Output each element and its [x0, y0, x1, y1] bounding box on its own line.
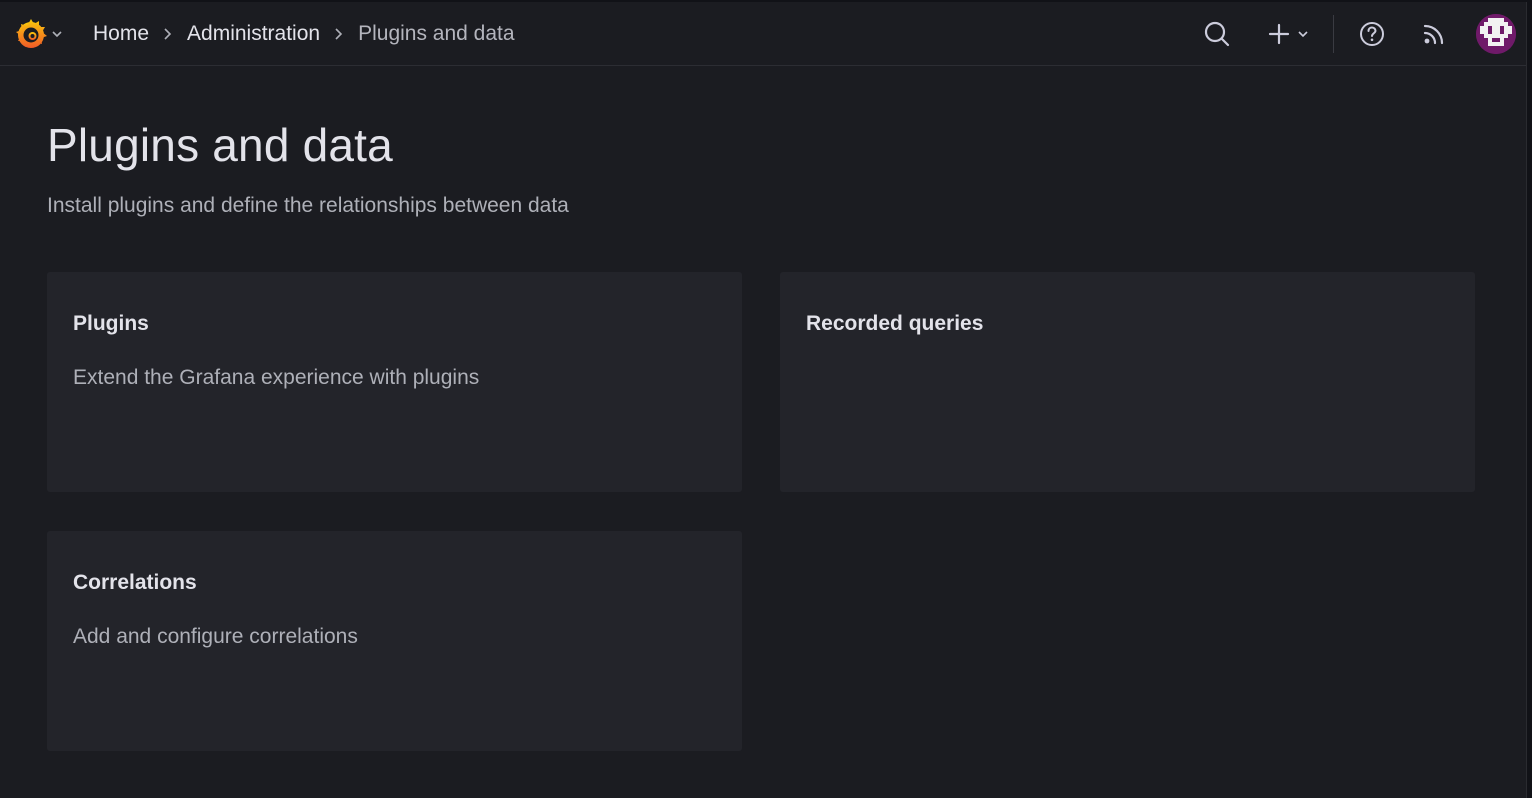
- chevron-down-icon: [51, 27, 65, 41]
- chevron-down-icon: [1297, 28, 1309, 40]
- card-title: Plugins: [73, 312, 149, 335]
- rss-icon[interactable]: [1418, 14, 1450, 54]
- app-window: Home Administration Plugins and data Plu…: [0, 2, 1527, 798]
- plugins-card[interactable]: Plugins Extend the Grafana experience wi…: [47, 272, 742, 492]
- breadcrumb-home[interactable]: Home: [93, 22, 149, 46]
- toolbar-divider: [1333, 15, 1334, 53]
- card-grid: Plugins Extend the Grafana experience wi…: [47, 272, 1526, 751]
- top-nav-bar: Home Administration Plugins and data: [0, 2, 1526, 66]
- page-title: Plugins and data: [47, 119, 393, 171]
- new-menu-button[interactable]: [1267, 14, 1309, 54]
- plus-icon: [1267, 22, 1291, 46]
- search-icon[interactable]: [1197, 14, 1237, 54]
- card-title: Recorded queries: [806, 312, 984, 335]
- grafana-logo-icon[interactable]: [12, 15, 50, 53]
- chevron-right-icon: [334, 27, 344, 41]
- card-description: Extend the Grafana experience with plugi…: [73, 366, 480, 389]
- correlations-card[interactable]: Correlations Add and configure correlati…: [47, 531, 742, 751]
- breadcrumb-current: Plugins and data: [358, 21, 515, 45]
- breadcrumb: Home Administration Plugins and data: [93, 22, 515, 46]
- home-menu-button[interactable]: [12, 15, 65, 53]
- card-description: Add and configure correlations: [73, 625, 358, 648]
- page-subtitle: Install plugins and define the relations…: [47, 194, 569, 217]
- page-content: Plugins and data Install plugins and def…: [0, 66, 1526, 751]
- avatar[interactable]: [1476, 14, 1516, 54]
- help-icon[interactable]: [1356, 14, 1388, 54]
- top-nav-actions: [1197, 2, 1516, 66]
- card-title: Correlations: [73, 571, 197, 594]
- breadcrumb-administration[interactable]: Administration: [187, 22, 320, 46]
- recorded-queries-card[interactable]: Recorded queries: [780, 272, 1475, 492]
- chevron-right-icon: [163, 27, 173, 41]
